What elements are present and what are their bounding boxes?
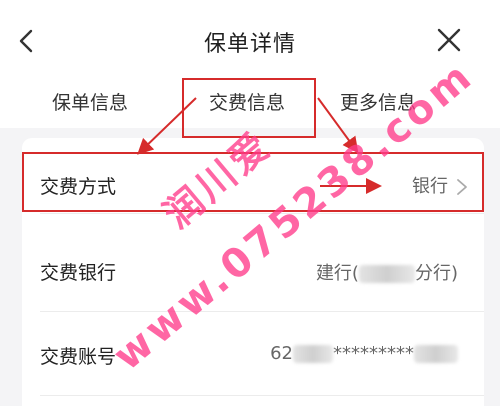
redacted-account-start: [293, 345, 333, 363]
account-value-prefix: 62: [270, 343, 293, 364]
bank-value-prefix: 建行(: [315, 263, 359, 284]
annotation-box-row: [22, 152, 484, 212]
payment-bank-value: 建行( 分行): [316, 259, 458, 285]
bank-value-suffix: 分行): [414, 263, 458, 284]
payment-account-label: 交费账号: [40, 346, 117, 368]
annotation-box-tab: [182, 78, 316, 138]
tab-more-info[interactable]: 更多信息: [340, 88, 416, 115]
tab-policy-info[interactable]: 保单信息: [52, 88, 128, 115]
payment-bank-row: 交费银行 建行( 分行): [22, 228, 484, 312]
payment-account-value: 62 *********: [270, 343, 458, 364]
row-divider: [40, 395, 484, 396]
account-value-middle: *********: [333, 343, 414, 364]
close-icon[interactable]: [436, 27, 462, 53]
row-divider: [40, 213, 484, 214]
payment-account-row: 交费账号 62 *********: [22, 312, 484, 396]
redacted-account-end: [414, 345, 458, 363]
page-title: 保单详情: [203, 32, 296, 57]
payment-bank-label: 交费银行: [40, 262, 117, 284]
app-header: 保单详情: [0, 0, 500, 80]
redacted-branch: [358, 265, 415, 283]
